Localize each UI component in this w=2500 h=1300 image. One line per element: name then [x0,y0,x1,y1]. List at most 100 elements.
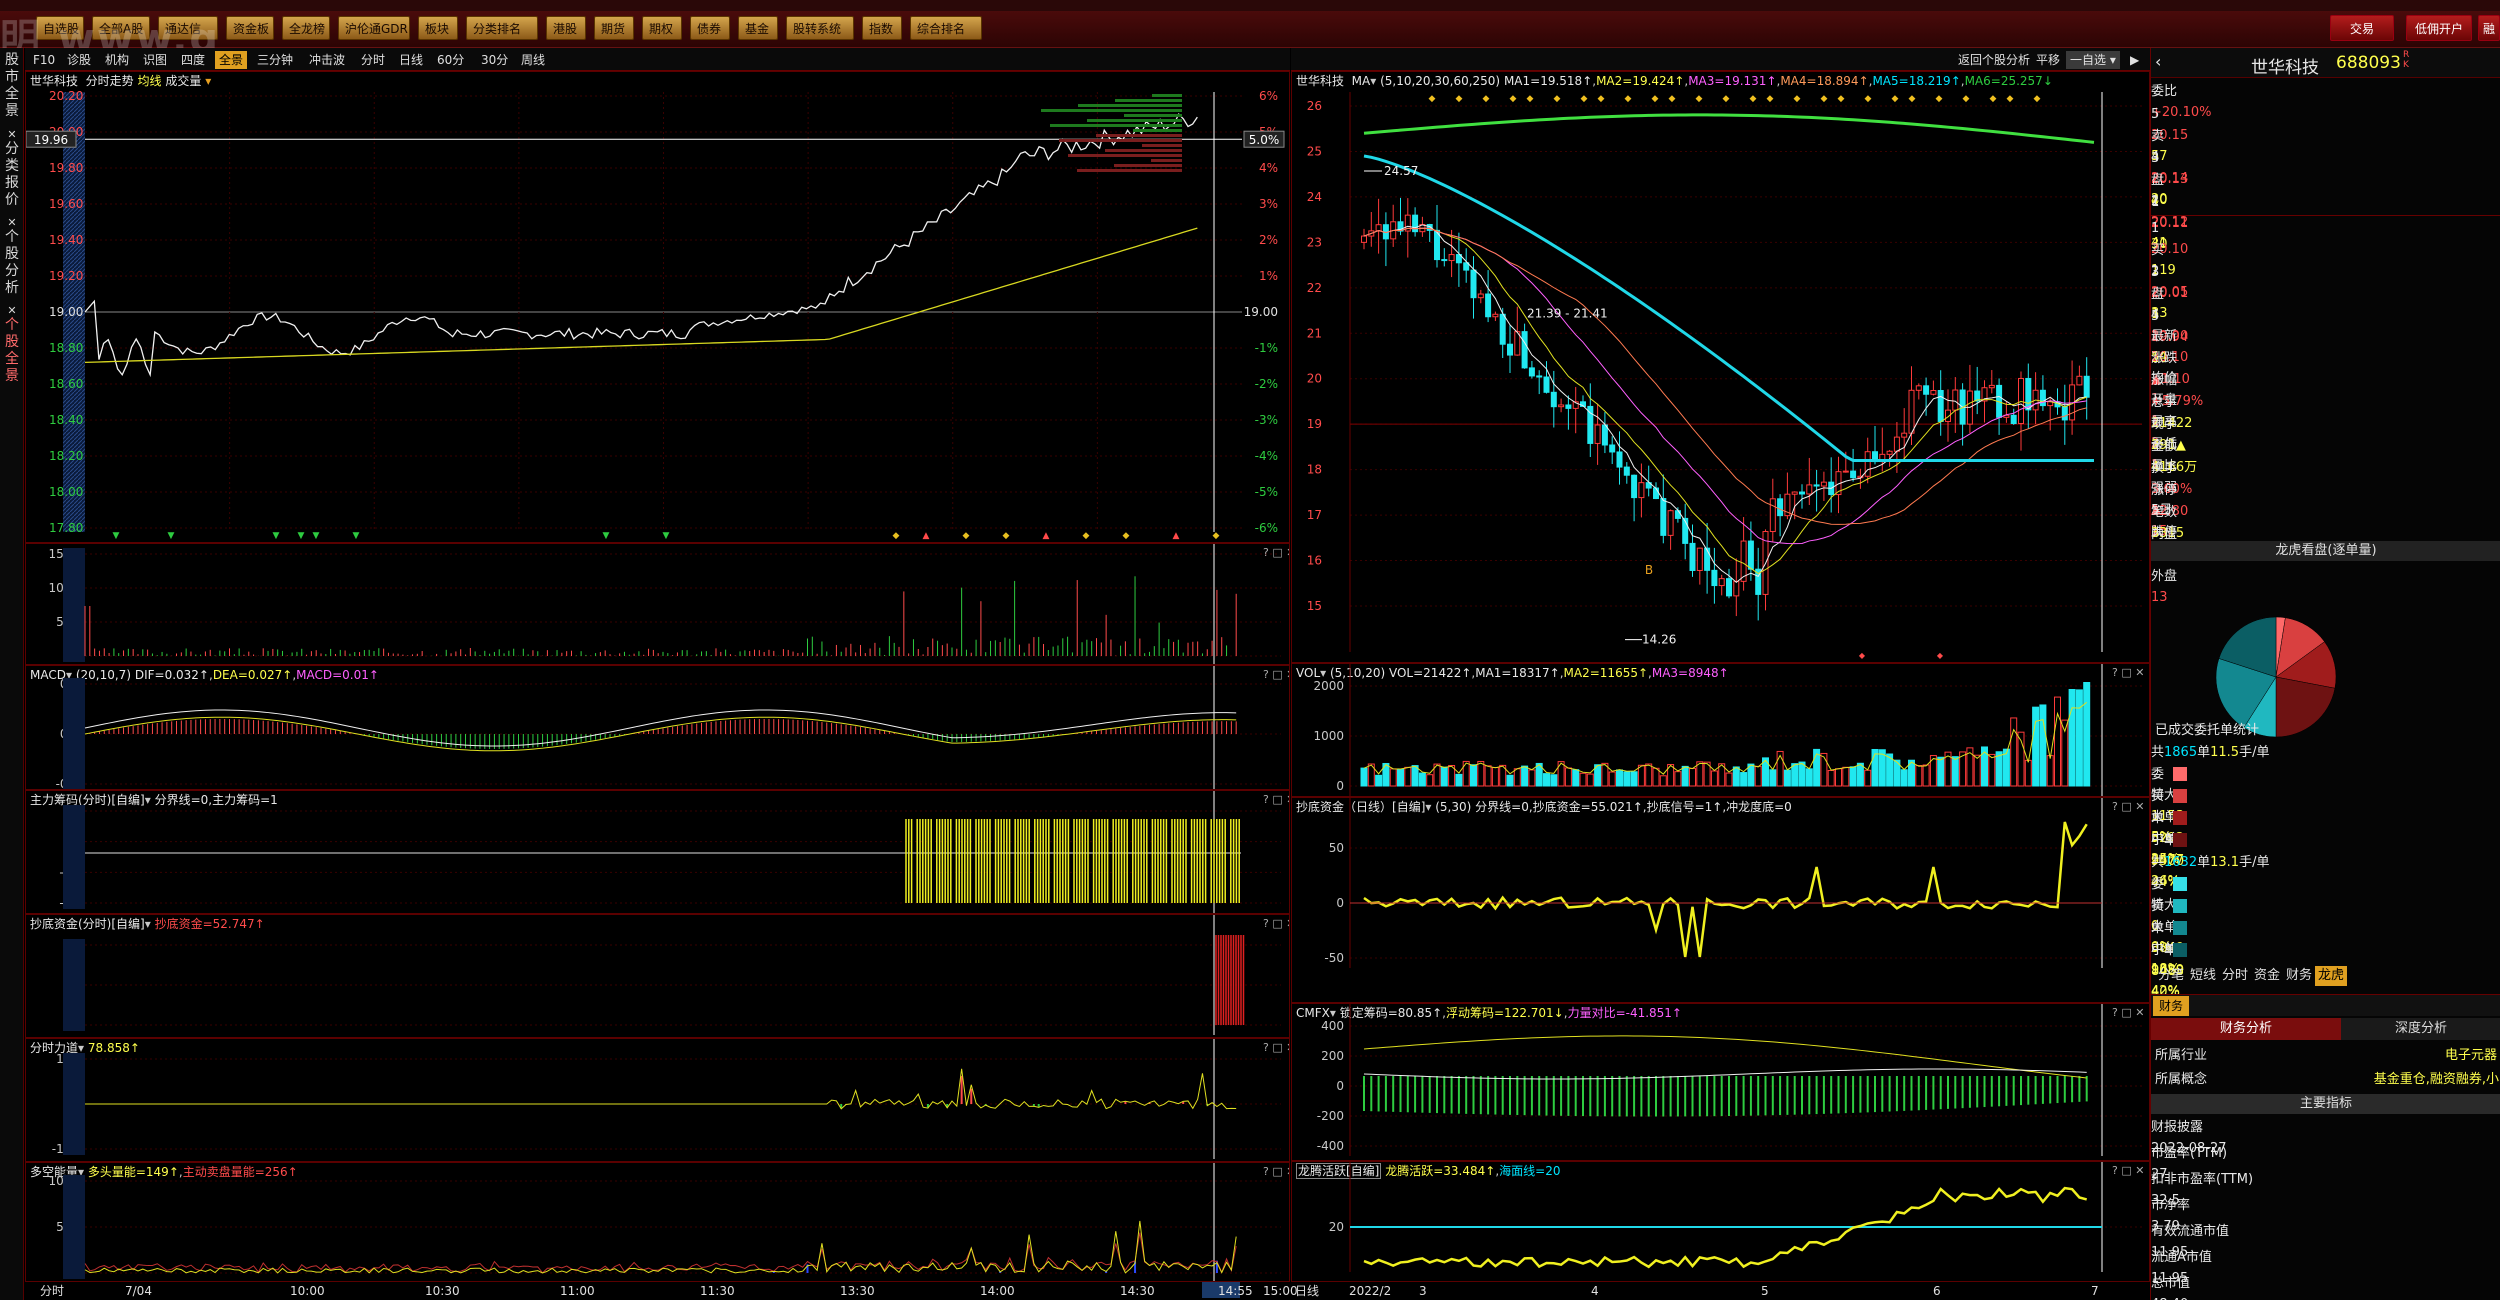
sell-level[interactable]: 盘 2 20.12 41 [2151,170,2500,251]
chart-tab[interactable]: 冲击波 [305,51,349,69]
bottom-tab[interactable]: 龙虎 [2315,966,2348,986]
candle-body [1536,375,1543,378]
candle-body [1361,235,1367,243]
candle-body [1543,376,1550,393]
buy-level[interactable]: 3 20.01 1 [2151,262,2500,322]
intraday-price-pane[interactable]: 世华科技 分时走势 均线 成交量 ▾ 20.206%20.005%19.804%… [25,71,1290,543]
pane-controls-icon: ? □ ✕ [2112,1164,2144,1177]
dragon-title: 龙虎看盘(逐单量) [2151,541,2500,561]
pan-button[interactable]: 平移 [2032,51,2064,69]
toolbar-button[interactable]: 指数 [862,16,902,40]
quote-row: 涨停22.80跌停1 [2151,480,2500,561]
tab-stock-panorama[interactable]: 个股全景 [2,317,22,385]
top-marker: ◆ [1510,94,1517,104]
daily-kline-pane[interactable]: 世华科技 MA▾ (5,10,20,30,60,250) MA1=19.518↑… [1291,71,2150,663]
chart-tab[interactable]: 机构 [101,51,133,69]
toolbar-button[interactable]: 期货 [594,16,634,40]
intraday-volume-pane: 150010005000? □ ✕ [25,543,1290,665]
bottom-tab[interactable]: 财务 [2283,966,2315,986]
finance-row: 财报披露 2022-08-27 [2151,1117,2500,1156]
candle-body [1864,451,1871,477]
buy-level[interactable]: 盘 4 20.00 54 [2151,284,2500,365]
top-marker: ◆ [1527,94,1534,104]
toolbar-button[interactable]: 板块 [418,16,458,40]
book-bar [1115,99,1182,102]
open-account-button[interactable]: 低佣开户 [2406,15,2472,41]
toolbar-button[interactable]: 分类排名 [466,16,538,40]
sell-level[interactable]: 3 20.13 40 [2151,148,2500,208]
signal-marker: ▼ [603,531,610,541]
volume-bar [1616,769,1623,787]
candle-body [2061,406,2068,421]
buy-level[interactable]: 买 2 20.05 33 [2151,240,2500,321]
buy-order-row: 单中单 5477 26% [2151,808,2500,889]
toolbar-button[interactable]: 债券 [690,16,730,40]
trade-button[interactable]: 交易 [2330,15,2394,41]
tab-finance[interactable]: 财务 [2153,996,2190,1016]
tab-category-quotes[interactable]: 分类报价 [2,141,22,209]
watchlist-dropdown[interactable]: 一自选 ▾ [2066,51,2120,69]
axis-tick: 50 [1329,841,1344,855]
collapse-icon[interactable]: ▶ [2126,51,2143,69]
tab-deep-analysis[interactable]: 深度分析 [2341,1018,2500,1040]
candle-body [1470,269,1477,299]
volume-bar [1710,770,1718,787]
quote-label: 总手 [2151,395,2178,410]
price-tick: 19.00 [49,305,83,319]
toolbar-button[interactable]: 期权 [642,16,682,40]
chart-tab[interactable]: 分时 [357,51,389,69]
volume-bar [2032,706,2040,787]
time-tick: 10:30 [425,1284,460,1298]
chart-tab[interactable]: 周线 [517,51,549,69]
chart-tab[interactable]: 日线 [395,51,427,69]
candle-body [2076,375,2083,386]
volume-bar [1564,767,1572,787]
tab-market-overview[interactable]: 股市全景 [2,52,22,120]
axis-tick: 200 [1321,1049,1344,1063]
top-marker: ◆ [1750,94,1757,104]
chart-tab[interactable]: 60分 [433,51,468,69]
chart-tab[interactable]: 30分 [477,51,512,69]
toolbar-button[interactable]: 基金 [738,16,778,40]
time-tick: 2022/2 [1349,1284,1391,1298]
toolbar-button[interactable]: 港股 [546,16,586,40]
bottom-tab[interactable]: 短线 [2187,966,2219,986]
book-bar [1151,159,1182,162]
float-line [1363,1035,2087,1079]
buy-level[interactable]: 1 20.10 119 [2151,218,2500,278]
chart-tab[interactable]: F10 [29,51,59,69]
chart-tab[interactable]: 三分钟 [253,51,297,69]
chart-tab[interactable]: 识图 [139,51,171,69]
candle-body [1791,491,1798,495]
back-icon[interactable]: ‹ [2155,52,2161,71]
toolbar-button[interactable]: 沪伦通GDR [338,16,410,40]
chart-tab[interactable]: 全景 [215,51,248,69]
chart-tab[interactable]: 四度 [177,51,209,69]
chart-tab[interactable]: 诊股 [63,51,95,69]
bottom-tab[interactable]: 资金 [2251,966,2283,986]
bottom-tab[interactable]: 分笔 [2155,966,2187,986]
tab-finance-analysis[interactable]: 财务分析 [2151,1018,2341,1040]
time-tick: 14:30 [1120,1284,1155,1298]
toolbar-button[interactable]: 资金板 [226,16,274,40]
back-to-analysis-button[interactable]: 返回个股分析 [1954,51,2034,69]
quote-label: 现手 [2151,417,2178,432]
time-tick: 4 [1591,1284,1599,1298]
price-tick: 26 [1307,99,1322,113]
buy-stats-text: 共1865单11.5手/单 [2151,745,2270,760]
volume-bar [1674,771,1682,787]
side-label: 单 [2151,921,2165,936]
candle-body [1988,384,1995,389]
tab-stock-analysis[interactable]: 个股分析 [2,229,22,297]
bottom-tab[interactable]: 分时 [2219,966,2251,986]
toolbar-button[interactable]: 股转系统 [786,16,854,40]
margin-button[interactable]: 融 [2478,15,2500,41]
order-stats-label: 已成交委托单统计 [2155,723,2260,738]
buy-level[interactable]: 5 19.94 10 [2151,306,2500,366]
sell-level[interactable]: 5 20.15 57 [2151,104,2500,164]
toolbar-button[interactable]: 综合排名 [910,16,982,40]
sell-level[interactable]: 1 20.11 30 [2151,192,2500,252]
sell-level[interactable]: 卖 4 20.14 20 [2151,126,2500,207]
volume-bar [1470,764,1477,787]
toolbar-button[interactable]: 全龙榜 [282,16,330,40]
